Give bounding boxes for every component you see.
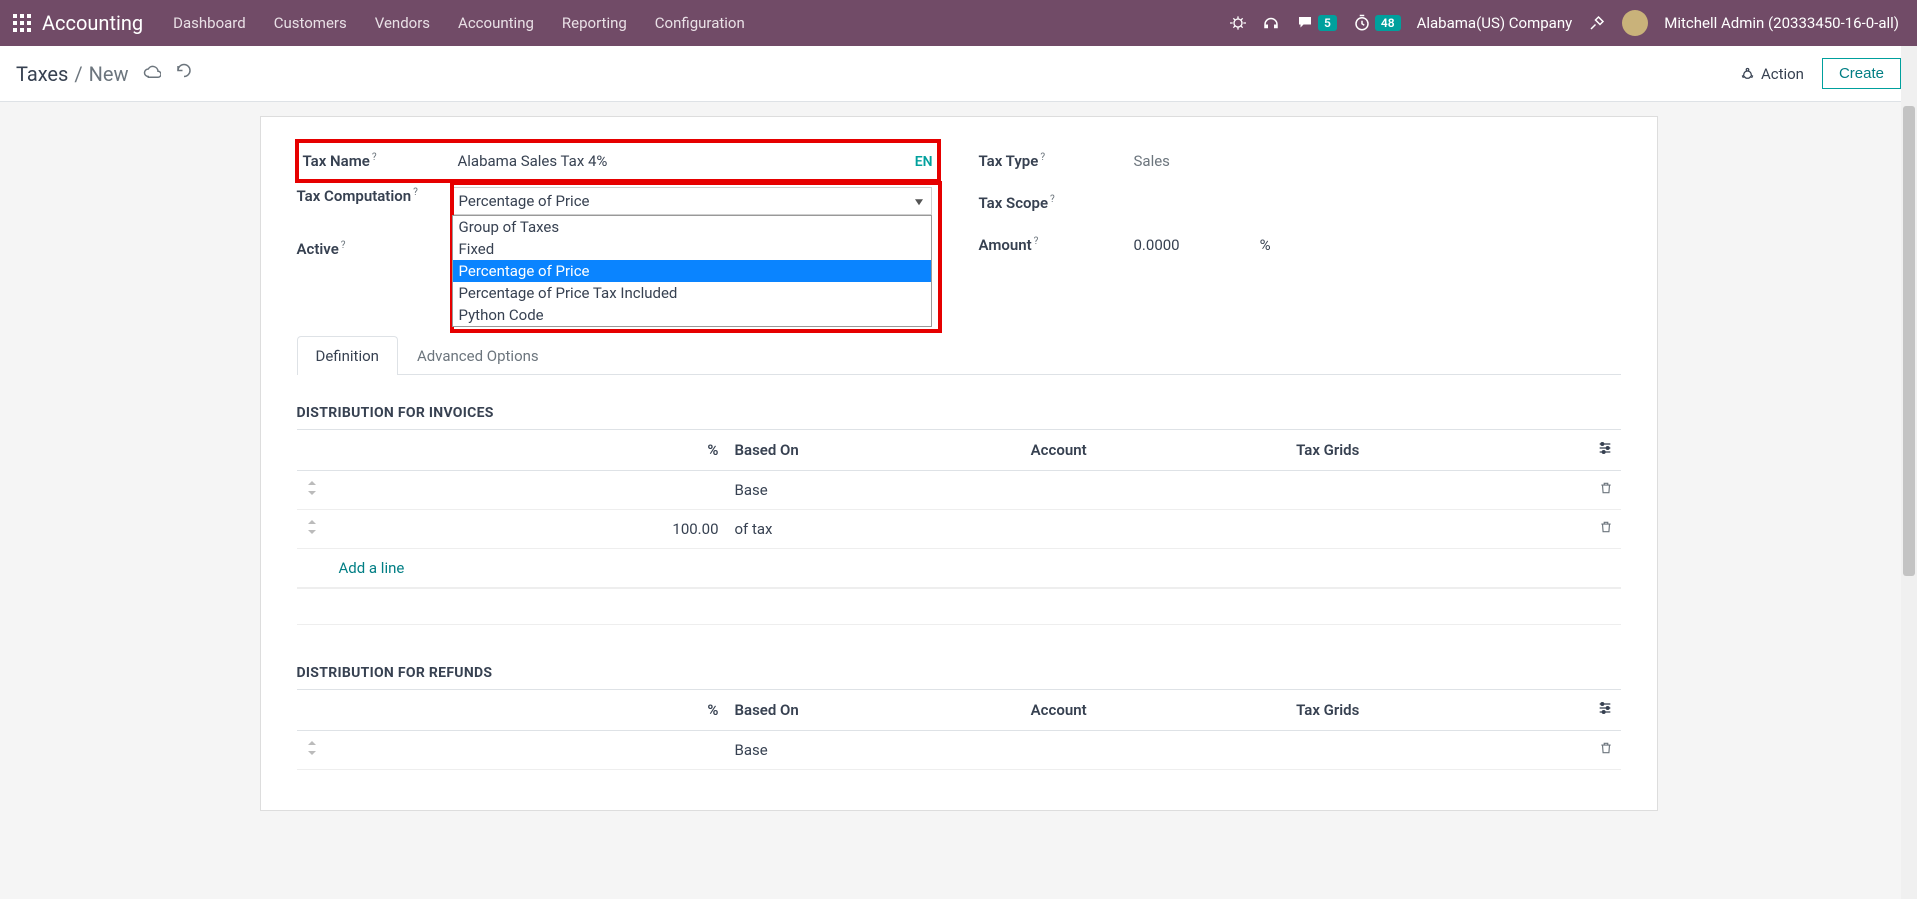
cell-account[interactable] [1023, 510, 1288, 549]
tabs: Definition Advanced Options [297, 335, 1621, 375]
tab-advanced[interactable]: Advanced Options [398, 336, 558, 375]
table-row[interactable]: Base [297, 471, 1621, 510]
columns-settings-icon[interactable] [1597, 442, 1613, 460]
page-scrollbar[interactable] [1901, 46, 1917, 899]
delete-row-icon[interactable] [1581, 510, 1621, 549]
cell-account[interactable] [1023, 471, 1288, 510]
tax-name-row: Tax Name? Alabama Sales Tax 4% EN [297, 141, 939, 181]
apps-icon[interactable] [8, 9, 36, 37]
opt-fixed[interactable]: Fixed [453, 238, 931, 260]
bug-icon[interactable] [1230, 15, 1246, 31]
dist-refunds-table: % Based On Account Tax Grids [297, 689, 1621, 770]
tax-computation-value: Percentage of Price [459, 192, 590, 210]
cell-tax-grids[interactable] [1288, 731, 1580, 770]
top-navbar: Accounting Dashboard Customers Vendors A… [0, 0, 1917, 46]
create-button[interactable]: Create [1822, 58, 1901, 89]
col-pct[interactable]: % [327, 430, 727, 471]
cell-based-on[interactable]: Base [727, 471, 1023, 510]
tab-definition[interactable]: Definition [297, 336, 398, 375]
messages-count: 5 [1318, 15, 1337, 31]
breadcrumb-sep: / [74, 62, 82, 86]
lang-tag[interactable]: EN [915, 154, 933, 170]
breadcrumb: Taxes / New [16, 62, 129, 86]
tax-type-value[interactable]: Sales [1134, 152, 1621, 170]
tax-computation-label: Tax Computation? [297, 187, 452, 205]
tax-computation-row: Tax Computation? Percentage of Price Gro… [297, 187, 939, 227]
drag-handle-icon[interactable] [297, 471, 327, 510]
table-row[interactable]: Base [297, 731, 1621, 770]
col-based-on[interactable]: Based On [727, 430, 1023, 471]
nav-reporting[interactable]: Reporting [550, 8, 639, 38]
opt-python-code[interactable]: Python Code [453, 304, 931, 326]
tax-type-label: Tax Type? [979, 152, 1134, 170]
delete-row-icon[interactable] [1581, 731, 1621, 770]
tools-icon[interactable] [1588, 14, 1606, 32]
amount-unit: % [1260, 236, 1271, 254]
timer-icon[interactable]: 48 [1353, 14, 1401, 32]
cell-based-on[interactable]: Base [727, 731, 1023, 770]
table-row[interactable]: 100.00 of tax [297, 510, 1621, 549]
nav-dashboard[interactable]: Dashboard [161, 8, 258, 38]
col-account[interactable]: Account [1023, 690, 1288, 731]
tax-name-value: Alabama Sales Tax 4% [458, 152, 608, 170]
cell-based-on[interactable]: of tax [727, 510, 1023, 549]
tax-name-field[interactable]: Alabama Sales Tax 4% EN [458, 152, 933, 170]
cell-tax-grids[interactable] [1288, 471, 1580, 510]
drag-handle-icon[interactable] [297, 510, 327, 549]
tax-computation-dropdown: Group of Taxes Fixed Percentage of Price… [452, 215, 932, 327]
active-label: Active? [297, 240, 452, 258]
col-tax-grids[interactable]: Tax Grids [1288, 690, 1580, 731]
col-account[interactable]: Account [1023, 430, 1288, 471]
tax-name-label: Tax Name? [303, 152, 458, 170]
timer-count: 48 [1375, 15, 1401, 31]
cloud-save-icon[interactable] [143, 63, 161, 85]
form-sheet: Tax Name? Alabama Sales Tax 4% EN Tax Co… [260, 116, 1658, 811]
breadcrumb-root[interactable]: Taxes [16, 62, 68, 86]
tax-type-row: Tax Type? Sales [979, 141, 1621, 181]
dist-invoices-title: DISTRIBUTION FOR INVOICES [297, 405, 1621, 421]
company-switcher[interactable]: Alabama(US) Company [1417, 14, 1573, 32]
dist-invoices-table: % Based On Account Tax Grids [297, 429, 1621, 625]
nav-links: Dashboard Customers Vendors Accounting R… [161, 8, 757, 38]
nav-config[interactable]: Configuration [643, 8, 757, 38]
action-label: Action [1761, 65, 1804, 83]
opt-percentage-of-price[interactable]: Percentage of Price [453, 260, 931, 282]
opt-group-of-taxes[interactable]: Group of Taxes [453, 216, 931, 238]
tax-scope-label: Tax Scope? [979, 194, 1134, 212]
opt-percentage-tax-included[interactable]: Percentage of Price Tax Included [453, 282, 931, 304]
nav-accounting[interactable]: Accounting [446, 8, 546, 38]
user-menu[interactable]: Mitchell Admin (20333450-16-0-all) [1664, 14, 1899, 32]
action-menu-button[interactable]: Action [1740, 65, 1804, 83]
dist-refunds-title: DISTRIBUTION FOR REFUNDS [297, 665, 1621, 681]
avatar[interactable] [1622, 10, 1648, 36]
nav-right: 5 48 Alabama(US) Company Mitchell Admin … [1230, 10, 1909, 36]
cell-pct[interactable] [327, 731, 727, 770]
messages-icon[interactable]: 5 [1296, 14, 1337, 32]
amount-value[interactable]: 0.0000 [1134, 236, 1180, 254]
col-based-on[interactable]: Based On [727, 690, 1023, 731]
app-name[interactable]: Accounting [42, 11, 143, 35]
add-line-button[interactable]: Add a line [297, 549, 1621, 588]
tax-computation-select[interactable]: Percentage of Price [452, 187, 932, 215]
cell-pct[interactable] [327, 471, 727, 510]
col-tax-grids[interactable]: Tax Grids [1288, 430, 1580, 471]
breadcrumb-current: New [89, 62, 129, 86]
amount-label: Amount? [979, 236, 1134, 254]
support-icon[interactable] [1262, 14, 1280, 32]
drag-handle-icon[interactable] [297, 731, 327, 770]
amount-row: Amount? 0.0000 % [979, 225, 1621, 265]
discard-icon[interactable] [175, 63, 193, 85]
cell-account[interactable] [1023, 731, 1288, 770]
cell-pct[interactable]: 100.00 [327, 510, 727, 549]
col-pct[interactable]: % [327, 690, 727, 731]
nav-vendors[interactable]: Vendors [363, 8, 442, 38]
delete-row-icon[interactable] [1581, 471, 1621, 510]
action-bar: Taxes / New Action Create [0, 46, 1917, 102]
tax-scope-row: Tax Scope? [979, 183, 1621, 223]
scroll-thumb[interactable] [1903, 106, 1915, 576]
nav-customers[interactable]: Customers [262, 8, 359, 38]
columns-settings-icon[interactable] [1597, 702, 1613, 720]
cell-tax-grids[interactable] [1288, 510, 1580, 549]
